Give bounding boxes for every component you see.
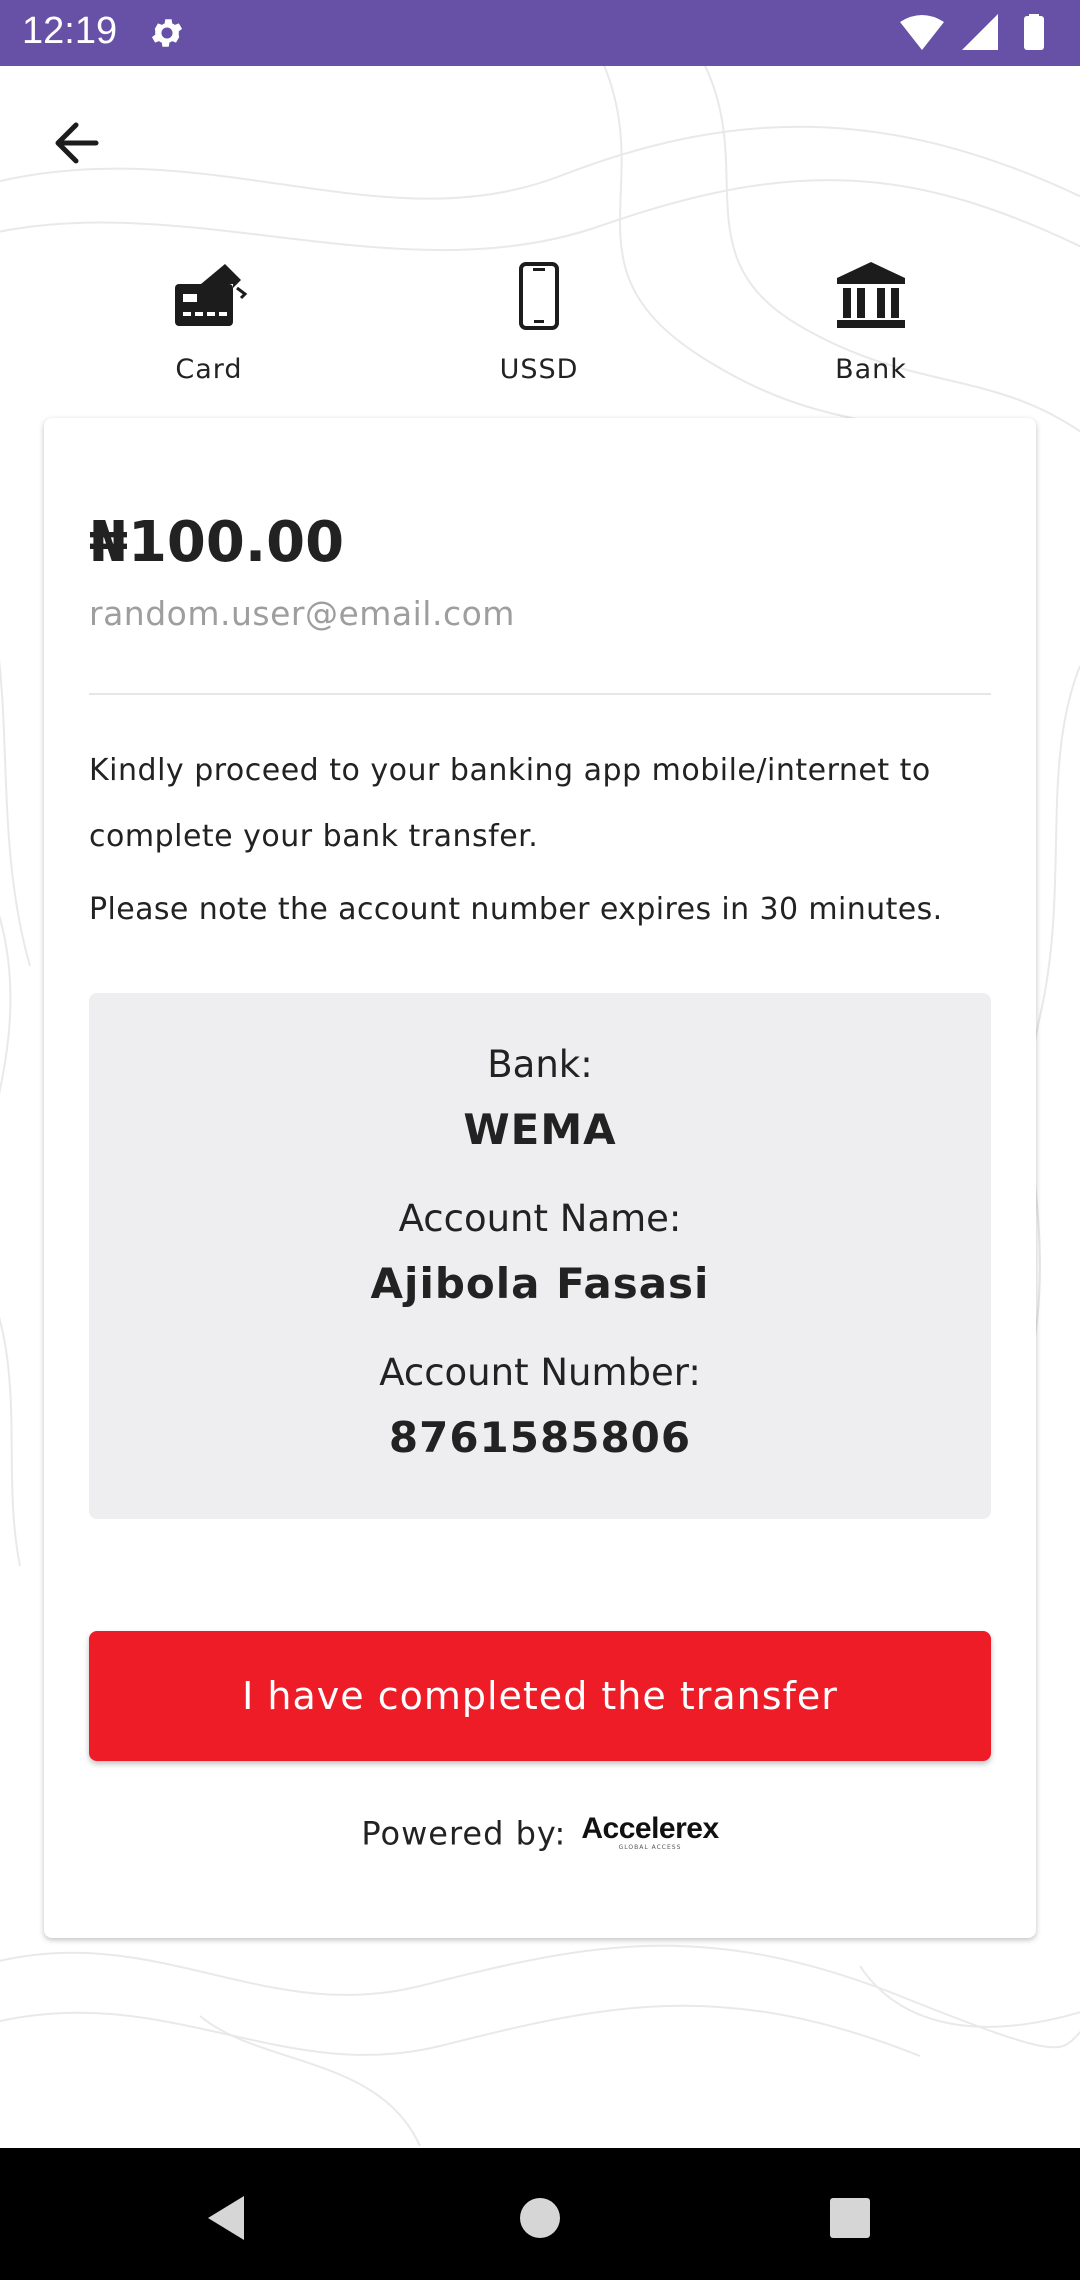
system-nav-bar — [0, 2148, 1080, 2280]
powered-by-label: Powered by: — [361, 1814, 567, 1853]
account-number-value: 8761585806 — [388, 1413, 692, 1462]
bank-icon — [837, 262, 905, 328]
signal-icon — [962, 14, 998, 50]
tab-ussd[interactable]: USSD — [424, 254, 654, 394]
powered-by: Powered by: Accelerex GLOBAL ACCESS — [44, 1812, 1036, 1864]
account-name-value: Ajibola Fasasi — [370, 1259, 710, 1308]
gear-icon — [151, 19, 183, 47]
expiry-note: Please note the account number expires i… — [89, 892, 943, 927]
divider — [89, 693, 991, 695]
tab-bank[interactable]: Bank — [756, 254, 986, 394]
account-name-label: Account Name: — [398, 1197, 682, 1240]
battery-icon — [1024, 16, 1044, 50]
payment-method-tabs: Card USSD Bank — [0, 254, 1080, 394]
account-number-label: Account Number: — [379, 1351, 701, 1394]
accelerex-logo: Accelerex GLOBAL ACCESS — [581, 1812, 719, 1851]
bank-label: Bank: — [487, 1043, 593, 1086]
payment-amount: ₦100.00 — [89, 510, 345, 575]
status-bar: 12:19 — [0, 0, 1080, 66]
brand-tagline: GLOBAL ACCESS — [618, 1844, 682, 1851]
nav-home-icon[interactable] — [510, 2188, 570, 2248]
phone-icon — [519, 262, 559, 330]
tab-bank-label: Bank — [835, 354, 907, 385]
instruction-text: Kindly proceed to your banking app mobil… — [89, 753, 931, 854]
account-details-box: Bank: WEMA Account Name: Ajibola Fasasi … — [89, 993, 991, 1519]
tab-card[interactable]: Card — [94, 254, 324, 394]
card-icon — [175, 264, 247, 326]
status-time: 12:19 — [22, 10, 118, 52]
tab-ussd-label: USSD — [499, 354, 579, 385]
wifi-icon — [900, 15, 944, 50]
back-arrow-icon[interactable] — [44, 110, 110, 176]
status-icons — [900, 14, 1044, 50]
tab-card-label: Card — [175, 354, 243, 385]
bank-value: WEMA — [463, 1105, 617, 1154]
completed-transfer-button[interactable]: I have completed the transfer — [89, 1631, 991, 1761]
payment-card: ₦100.00 random.user@email.com Kindly pro… — [44, 418, 1036, 1938]
nav-recents-icon[interactable] — [820, 2188, 880, 2248]
brand-name: Accelerex — [581, 1812, 719, 1845]
payer-email: random.user@email.com — [89, 594, 515, 633]
nav-back-icon[interactable] — [196, 2188, 256, 2248]
